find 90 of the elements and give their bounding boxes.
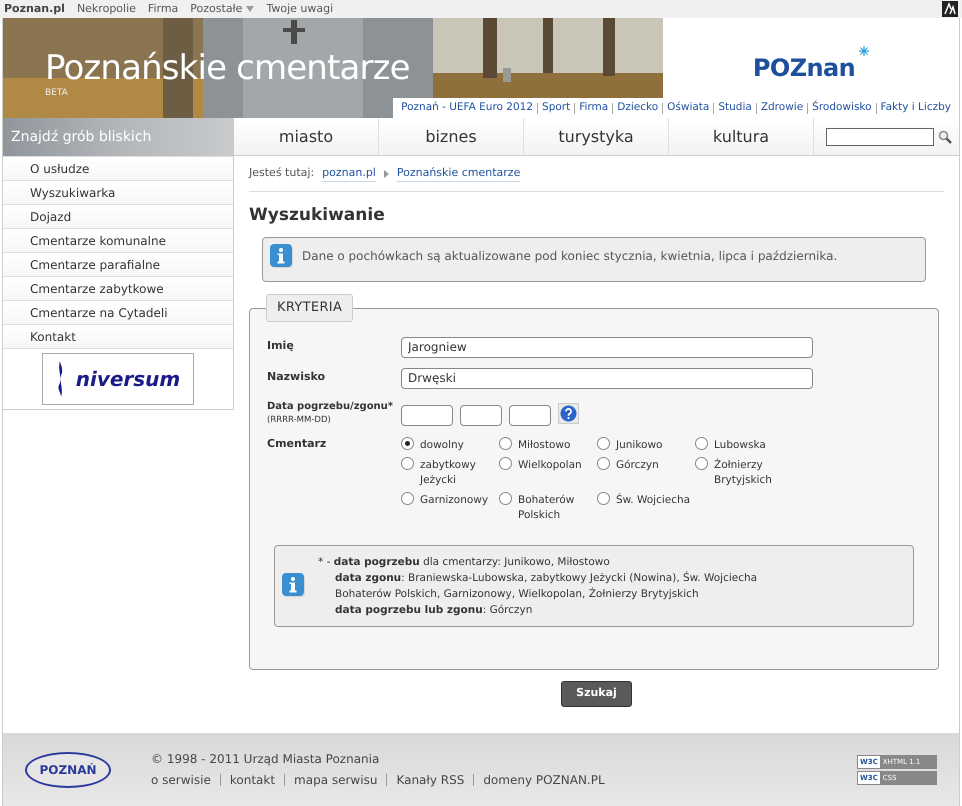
radio-label: Lubowska bbox=[714, 438, 766, 454]
top-link[interactable]: Pozostałe bbox=[190, 0, 254, 18]
breadcrumb-link[interactable]: poznan.pl bbox=[322, 164, 376, 182]
radio-label: dowolny bbox=[420, 438, 464, 454]
header-link[interactable]: Dziecko bbox=[617, 100, 658, 116]
nav-tab[interactable]: miasto bbox=[234, 118, 379, 155]
beta-label: BETA bbox=[45, 88, 68, 98]
header-link[interactable]: Studia bbox=[718, 100, 752, 116]
radio-button[interactable] bbox=[597, 437, 610, 450]
radio-button[interactable] bbox=[695, 457, 708, 470]
footnote-line: Bohaterów Polskich, Garnizonowy, Wielkopolan, Żołnierzy Brytyjskich bbox=[334, 586, 699, 602]
breadcrumb-link[interactable]: Poznańskie cmentarze bbox=[396, 164, 520, 182]
footer-link[interactable]: domeny POZNAN.PL bbox=[483, 771, 605, 789]
sidebar-item[interactable]: Cmentarze komunalne bbox=[3, 228, 233, 252]
radio-label: Żołnierzy Brytyjskich bbox=[714, 458, 773, 488]
sidebar-item[interactable]: Wyszukiwarka bbox=[3, 180, 233, 204]
search-button[interactable]: Szukaj bbox=[561, 680, 632, 706]
radio-label: Bohaterów Polskich bbox=[518, 493, 576, 524]
breadcrumb-arrow-icon bbox=[384, 170, 389, 178]
niversum-banner[interactable]: niversum bbox=[42, 353, 194, 405]
radio-label: Górczyn bbox=[616, 458, 659, 474]
top-link[interactable]: Poznan.pl bbox=[4, 0, 65, 18]
date-format-hint: (RRRR-MM-DD) bbox=[267, 414, 331, 426]
criteria-legend: KRYTERIA bbox=[266, 294, 354, 322]
nav-tab[interactable]: turystyka bbox=[524, 118, 669, 155]
poznan-logo: POZnan bbox=[752, 53, 856, 84]
page-heading: Wyszukiwanie bbox=[249, 204, 386, 227]
footer-link[interactable]: o serwisie bbox=[151, 771, 211, 789]
header-link[interactable]: Środowisko bbox=[812, 100, 872, 116]
radio-label: Garnizonowy bbox=[420, 493, 488, 508]
footer-link[interactable]: kontakt bbox=[230, 771, 276, 789]
sidebar-item[interactable]: Cmentarze zabytkowe bbox=[3, 276, 233, 300]
radio-label: zabytkowy Jeżycki bbox=[420, 458, 477, 488]
header-link[interactable]: Zdrowie bbox=[760, 100, 804, 116]
radio-button[interactable] bbox=[695, 437, 708, 450]
notice-text: Dane o pochówkach są aktualizowane pod koniec stycznia, kwietnia, lipca i października. bbox=[302, 248, 838, 264]
copyright-text: © 1998 - 2011 Urząd Miasta Poznania bbox=[151, 751, 380, 768]
footnote-line: * - data pogrzebu dla cmentarzy: Junikowo, Miłostowo bbox=[318, 555, 610, 570]
breadcrumb-label: Jesteś tutaj: bbox=[249, 165, 314, 182]
last-name-field[interactable]: Drwęski bbox=[401, 368, 813, 388]
site-title: Poznańskie cmentarze bbox=[45, 48, 410, 88]
sidebar-item[interactable]: Cmentarze na Cytadeli bbox=[3, 300, 233, 324]
radio-label: Junikowo bbox=[616, 438, 662, 454]
radio-button[interactable] bbox=[499, 492, 512, 506]
header-link[interactable]: Sport bbox=[542, 100, 570, 116]
nav-tab[interactable]: biznes bbox=[379, 118, 524, 155]
day-field[interactable] bbox=[509, 405, 551, 426]
radio-button[interactable] bbox=[499, 437, 512, 450]
poznan-footer-logo: POZNAŃ bbox=[25, 752, 111, 788]
footer-link[interactable]: Kanały RSS bbox=[396, 771, 464, 789]
help-icon[interactable] bbox=[558, 402, 579, 424]
header-link[interactable]: Fakty i Liczby bbox=[880, 100, 951, 116]
radio-button[interactable] bbox=[401, 457, 414, 470]
header-link[interactable]: Poznań - UEFA Euro 2012 bbox=[401, 100, 534, 116]
year-field[interactable] bbox=[401, 405, 453, 426]
radio-button[interactable] bbox=[597, 492, 610, 506]
field-label: Imię bbox=[267, 338, 295, 354]
sidebar-item[interactable]: Cmentarze parafialne bbox=[3, 252, 233, 276]
radio-label: Św. Wojciecha bbox=[616, 493, 690, 508]
search-field[interactable] bbox=[826, 128, 934, 146]
footnote-line: data zgonu: Braniewska-Lubowska, zabytkowy Jeżycki (Nowina), Św. Wojciecha bbox=[334, 570, 758, 586]
field-label: Nazwisko bbox=[267, 368, 326, 384]
top-link[interactable]: Nekropolie bbox=[76, 0, 136, 18]
info-icon bbox=[282, 572, 306, 600]
sidebar-item[interactable]: O usłudze bbox=[3, 156, 233, 180]
radio-button[interactable] bbox=[401, 492, 414, 506]
footer-link[interactable]: mapa serwisu bbox=[294, 771, 378, 789]
top-link[interactable]: Twoje uwagi bbox=[266, 0, 334, 18]
header-link[interactable]: Oświata bbox=[667, 100, 710, 116]
header-link[interactable]: Firma bbox=[579, 100, 608, 116]
radio-label: Miłostowo bbox=[518, 438, 570, 454]
month-field[interactable] bbox=[460, 405, 502, 426]
radio-button[interactable] bbox=[499, 457, 512, 470]
sidebar-item[interactable]: Kontakt bbox=[3, 324, 233, 348]
star-icon bbox=[859, 46, 870, 56]
radio-button[interactable] bbox=[401, 437, 414, 450]
info-icon bbox=[270, 244, 294, 270]
flame-icon bbox=[56, 361, 64, 397]
top-link[interactable]: Firma bbox=[148, 0, 178, 18]
nav-tab[interactable]: kultura bbox=[669, 118, 814, 155]
field-label: Data pogrzebu/zgonu* bbox=[267, 400, 394, 414]
niversum-logo: niversum bbox=[76, 366, 180, 393]
field-label: Cmentarz bbox=[267, 436, 328, 452]
radio-button[interactable] bbox=[597, 457, 610, 470]
footnote-line: data pogrzebu lub zgonu: Górczyn bbox=[334, 603, 532, 618]
radio-label: Wielkopolan bbox=[518, 458, 582, 474]
search-icon[interactable] bbox=[938, 130, 952, 144]
caret-icon bbox=[246, 6, 254, 12]
sidebar-title: Znajdź grób bliskich bbox=[11, 128, 152, 146]
sidebar-item[interactable]: Dojazd bbox=[3, 204, 233, 228]
